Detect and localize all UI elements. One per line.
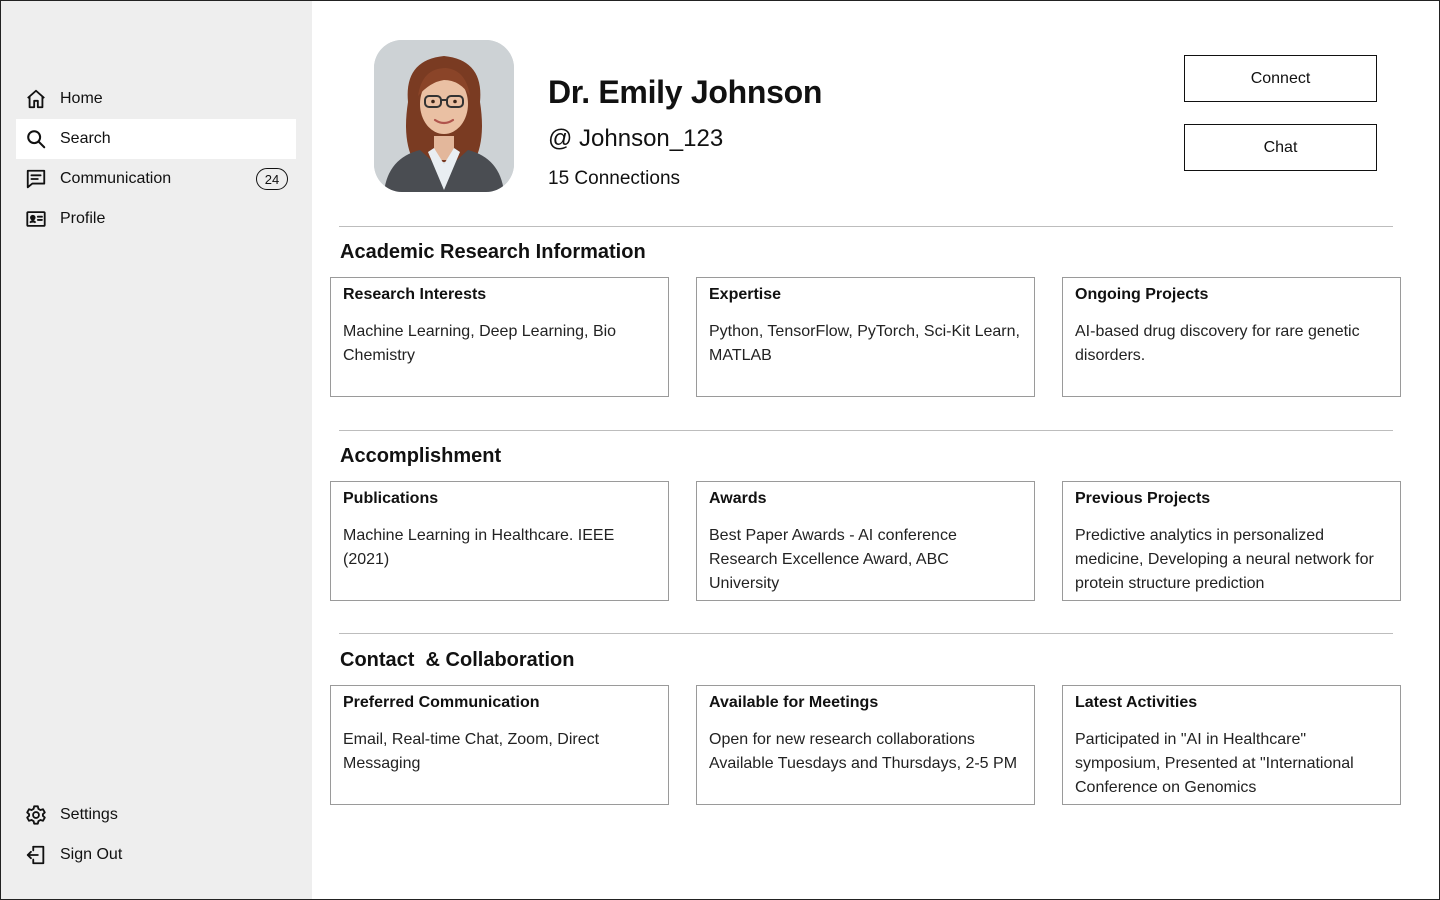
card-title: Previous Projects [1075, 490, 1211, 507]
sidebar-item-sign-out[interactable]: Sign Out [16, 835, 296, 875]
card-body: Best Paper Awards - AI conference Resear… [709, 527, 957, 592]
section-title-accomplishment: Accomplishment [340, 445, 502, 467]
card-body: Machine Learning in Healthcare. IEEE (20… [343, 527, 615, 568]
sidebar-item-label: Home [60, 90, 103, 107]
card-publications: Publications Machine Learning in Healthc… [330, 481, 669, 601]
card-title: Latest Activities [1075, 694, 1198, 711]
id-card-icon [25, 208, 47, 230]
sidebar-item-settings[interactable]: Settings [16, 795, 296, 835]
card-preferred-communication: Preferred Communication Email, Real-time… [330, 685, 669, 805]
sidebar: Home Search Communication 24 Profile Set… [1, 1, 312, 899]
profile-avatar [374, 40, 514, 192]
section-divider [339, 226, 1393, 227]
card-research-interests: Research Interests Machine Learning, Dee… [330, 277, 669, 397]
sidebar-item-search[interactable]: Search [16, 119, 296, 159]
sidebar-item-profile[interactable]: Profile [16, 199, 296, 239]
card-body: Participated in "AI in Healthcare" sympo… [1075, 731, 1354, 796]
card-expertise: Expertise Python, TensorFlow, PyTorch, S… [696, 277, 1035, 397]
card-title: Preferred Communication [343, 694, 540, 711]
sidebar-item-label: Communication [60, 170, 172, 187]
sidebar-item-label: Sign Out [60, 846, 123, 863]
card-title: Available for Meetings [709, 694, 879, 711]
home-icon [25, 88, 47, 110]
profile-name: Dr. Emily Johnson [548, 74, 823, 110]
card-title: Awards [709, 490, 767, 507]
card-awards: Awards Best Paper Awards - AI conference… [696, 481, 1035, 601]
sidebar-item-label: Profile [60, 210, 106, 227]
sidebar-item-home[interactable]: Home [16, 79, 296, 119]
sign-out-icon [25, 844, 47, 866]
card-previous-projects: Previous Projects Predictive analytics i… [1062, 481, 1401, 601]
section-divider [339, 430, 1393, 431]
chat-button[interactable]: Chat [1184, 124, 1377, 171]
unread-count-badge: 24 [256, 168, 288, 190]
sidebar-item-communication[interactable]: Communication 24 [16, 159, 296, 199]
card-body: Machine Learning, Deep Learning, Bio Che… [343, 323, 617, 364]
card-title: Ongoing Projects [1075, 286, 1209, 303]
card-body: Python, TensorFlow, PyTorch, Sci-Kit Lea… [709, 323, 1020, 364]
sidebar-item-label: Search [60, 130, 111, 147]
card-title: Expertise [709, 286, 782, 303]
search-icon [25, 128, 47, 150]
connect-button[interactable]: Connect [1184, 55, 1377, 102]
card-available-for-meetings: Available for Meetings Open for new rese… [696, 685, 1035, 805]
section-title-academic-research: Academic Research Information [340, 241, 646, 263]
chat-icon [25, 168, 47, 190]
card-body: AI-based drug discovery for rare genetic… [1075, 323, 1360, 364]
section-title-contact-collaboration: Contact & Collaboration [340, 649, 575, 671]
connections-count[interactable]: 15 Connections [548, 168, 680, 190]
card-title: Publications [343, 490, 439, 507]
sidebar-item-label: Settings [60, 806, 118, 823]
card-ongoing-projects: Ongoing Projects AI-based drug discovery… [1062, 277, 1401, 397]
card-latest-activities: Latest Activities Participated in "AI in… [1062, 685, 1401, 805]
card-body: Predictive analytics in personalized med… [1075, 527, 1374, 592]
card-body: Email, Real-time Chat, Zoom, Direct Mess… [343, 731, 600, 772]
card-title: Research Interests [343, 286, 487, 303]
profile-handle: @ Johnson_123 [548, 125, 724, 152]
gear-icon [25, 804, 47, 826]
card-body: Open for new research collaborations Ava… [709, 731, 1018, 772]
section-divider [339, 633, 1393, 634]
